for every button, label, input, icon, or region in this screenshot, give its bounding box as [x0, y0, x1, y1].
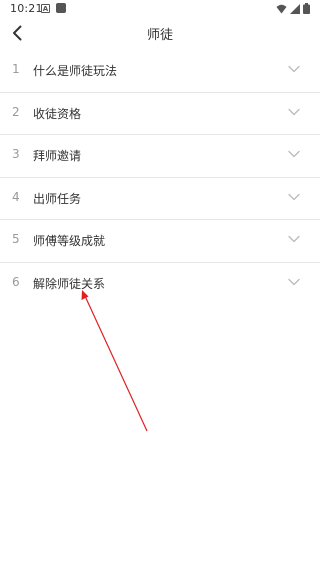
faq-item-label: 出师任务 — [33, 191, 82, 206]
faq-item-4[interactable]: 4 出师任务 — [0, 178, 320, 221]
faq-item-6[interactable]: 6 解除师徒关系 — [0, 263, 320, 306]
chevron-down-icon — [288, 193, 300, 200]
faq-item-number: 1 — [12, 62, 20, 76]
status-right-icons — [276, 3, 310, 14]
page-title: 师徒 — [146, 28, 173, 43]
chevron-down-icon — [288, 278, 300, 286]
app-screen: 10:21 A 师徒 1 什么是师徒玩法 2 收徒资格 3 拜师邀请 4 出师任… — [0, 0, 320, 569]
faq-item-label: 拜师邀请 — [33, 149, 82, 164]
status-bar: 10:21 A — [0, 0, 320, 18]
signal-icon — [290, 3, 300, 14]
chevron-down-icon — [288, 236, 300, 243]
notification-a-icon: A — [41, 4, 50, 13]
chevron-down-icon — [288, 108, 300, 115]
faq-item-1[interactable]: 1 什么是师徒玩法 — [0, 50, 320, 93]
faq-item-label: 师傅等级成就 — [33, 234, 106, 249]
faq-item-number: 4 — [12, 189, 20, 204]
faq-item-number: 5 — [12, 232, 20, 247]
faq-item-5[interactable]: 5 师傅等级成就 — [0, 220, 320, 263]
faq-item-number: 2 — [12, 104, 20, 119]
faq-item-2[interactable]: 2 收徒资格 — [0, 93, 320, 136]
battery-icon — [303, 3, 310, 14]
chevron-down-icon — [288, 151, 300, 158]
faq-item-number: 6 — [12, 274, 20, 289]
faq-item-number: 3 — [12, 147, 20, 162]
notification-app-icon — [56, 3, 66, 13]
status-time: 10:21 — [10, 2, 43, 15]
faq-item-3[interactable]: 3 拜师邀请 — [0, 135, 320, 178]
faq-list: 1 什么是师徒玩法 2 收徒资格 3 拜师邀请 4 出师任务 5 师傅等级成就 … — [0, 50, 320, 306]
faq-item-label: 解除师徒关系 — [33, 276, 106, 291]
faq-item-label: 收徒资格 — [33, 106, 82, 121]
faq-item-label: 什么是师徒玩法 — [33, 64, 118, 78]
header-bar: 师徒 — [0, 18, 320, 48]
wifi-icon — [276, 4, 287, 13]
chevron-down-icon — [288, 65, 300, 73]
